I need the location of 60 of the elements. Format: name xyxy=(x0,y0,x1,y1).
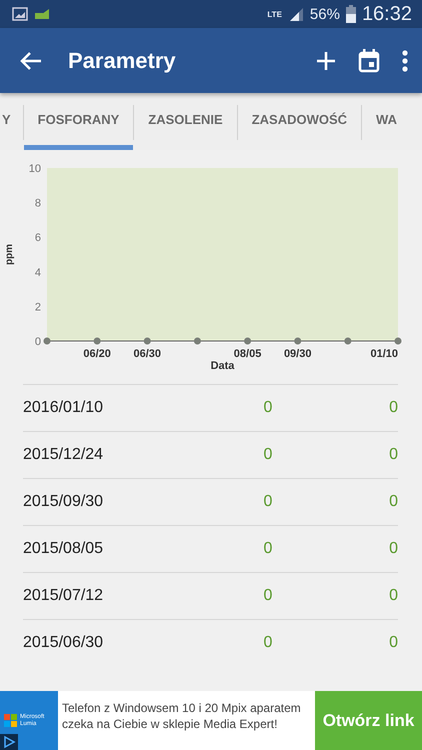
x-tick-label: 09/30 xyxy=(284,348,312,360)
value-cell-text: 0 xyxy=(262,399,274,417)
calendar-icon[interactable] xyxy=(358,48,380,72)
tab[interactable]: ZASADOWOŚĆ xyxy=(238,93,362,150)
windows-logo-icon xyxy=(4,714,17,727)
y-tick-label: 0 xyxy=(34,336,41,348)
x-tick-label: 01/10 xyxy=(370,348,398,360)
y-axis-label: ppm xyxy=(4,244,15,266)
y-tick-label: 2 xyxy=(34,301,41,314)
data-point xyxy=(144,338,151,344)
tab[interactable]: WA xyxy=(362,93,411,150)
value-cell-text: 0 xyxy=(388,540,398,558)
data-point xyxy=(244,338,252,344)
open-link-button[interactable]: Otwórz link xyxy=(315,691,422,750)
y-tick-label: 8 xyxy=(34,198,41,210)
x-tick-label: 06/30 xyxy=(134,348,162,360)
tab[interactable]: ZASOLENIE xyxy=(134,93,237,150)
value-cell-text: 0 xyxy=(262,446,274,464)
value-cell-text: 0 xyxy=(388,587,398,605)
data-point xyxy=(194,338,201,344)
image-icon xyxy=(12,7,28,21)
date-cell-text: 2015/12/24 xyxy=(23,446,104,464)
tab[interactable]: Y xyxy=(0,93,23,150)
y-tick-label: 6 xyxy=(34,232,41,244)
clock: 16:32 xyxy=(362,2,412,26)
battery-percent: 56% xyxy=(310,6,340,22)
date-cell-text: 2015/09/30 xyxy=(23,493,104,511)
date-cell-text: 2016/01/10 xyxy=(23,399,104,417)
data-point xyxy=(294,338,302,344)
value-cell-text: 0 xyxy=(388,634,398,652)
date-cell-text: 2015/08/05 xyxy=(23,540,104,558)
play-icon[interactable] xyxy=(0,734,18,750)
ad-text: Telefon z Windowsem 10 i 20 Mpix aparatem czeka na Ciebie w sklepie Media Expert! xyxy=(61,700,302,733)
x-tick-label: 08/05 xyxy=(234,348,262,360)
y-tick-label: 10 xyxy=(28,163,41,175)
data-point xyxy=(344,338,352,344)
back-arrow-icon[interactable] xyxy=(20,50,42,70)
tab[interactable]: FOSFORANY xyxy=(24,93,134,150)
value-cell-text: 0 xyxy=(388,493,398,511)
network-type: LTE xyxy=(267,10,282,18)
value-cell-text: 0 xyxy=(262,493,274,511)
value-cell-text: 0 xyxy=(388,399,398,417)
x-axis-label: Data xyxy=(210,360,234,370)
value-cell-text: 0 xyxy=(388,446,398,464)
data-point xyxy=(44,338,50,344)
screen-title: Parametry xyxy=(68,48,176,74)
date-cell-text: 2015/06/30 xyxy=(23,634,104,652)
value-cell-text: 0 xyxy=(262,540,274,558)
y-tick-label: 4 xyxy=(34,266,41,279)
date-cell-text: 2015/07/12 xyxy=(23,587,104,605)
data-point xyxy=(394,338,402,344)
battery-icon xyxy=(346,5,356,23)
signal-icon xyxy=(288,6,304,22)
data-icon xyxy=(34,8,50,20)
value-cell-text: 0 xyxy=(262,634,274,652)
more-icon[interactable] xyxy=(402,50,408,72)
plus-icon[interactable] xyxy=(316,50,336,70)
data-point xyxy=(94,338,101,344)
x-tick-label: 06/20 xyxy=(83,348,111,360)
value-cell-text: 0 xyxy=(262,587,274,605)
